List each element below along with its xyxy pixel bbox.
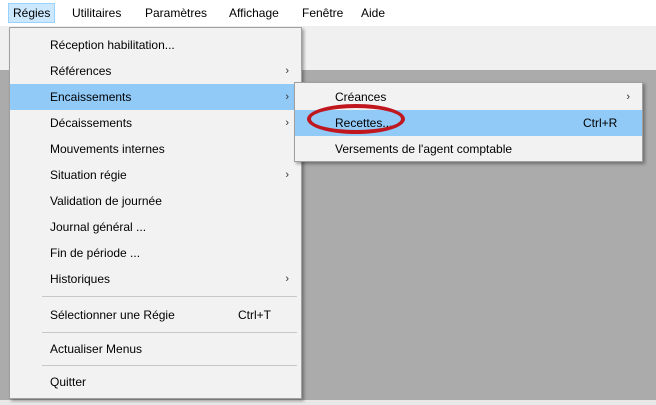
annotation-circle <box>307 104 405 134</box>
menu-item-label: Mouvements internes <box>50 142 165 156</box>
menu-item-shortcut: Ctrl+T <box>238 308 271 322</box>
chevron-right-icon: › <box>285 169 289 181</box>
chevron-right-icon: › <box>285 117 289 129</box>
submenu-item-versements-agent-comptable[interactable]: Versements de l'agent comptable <box>295 136 642 162</box>
menu-affichage[interactable]: Affichage <box>225 3 283 23</box>
menu-item-label: Historiques <box>50 272 111 286</box>
menu-item-validation-journee[interactable]: Validation de journée <box>10 188 301 214</box>
menu-item-label: Situation régie <box>50 168 127 182</box>
menu-item-label: Sélectionner une Régie <box>50 308 175 322</box>
menu-item-label: Quitter <box>50 375 87 389</box>
menu-item-quitter[interactable]: Quitter <box>10 369 301 395</box>
menu-separator <box>42 332 297 333</box>
chevron-right-icon: › <box>285 273 289 285</box>
menu-parametres[interactable]: Paramètres <box>141 3 211 23</box>
menu-item-fin-periode[interactable]: Fin de période ... <box>10 240 301 266</box>
chevron-right-icon: › <box>626 91 630 103</box>
menu-item-label: Actualiser Menus <box>50 342 143 356</box>
menu-fenetre[interactable]: Fenêtre <box>298 3 347 23</box>
menu-item-shortcut: Ctrl+R <box>583 116 618 130</box>
menu-item-selectionner-regie[interactable]: Sélectionner une Régie Ctrl+T <box>10 302 301 328</box>
menu-item-label: Décaissements <box>50 116 133 130</box>
menu-item-journal-general[interactable]: Journal général ... <box>10 214 301 240</box>
menu-item-label: Fin de période ... <box>50 246 141 260</box>
menu-separator <box>42 365 297 366</box>
menu-item-label: Validation de journée <box>50 194 162 208</box>
menu-item-historiques[interactable]: Historiques › <box>10 266 301 292</box>
chevron-right-icon: › <box>285 65 289 77</box>
status-strip <box>0 400 656 405</box>
menu-separator <box>42 296 297 297</box>
menu-item-mouvements-internes[interactable]: Mouvements internes <box>10 136 301 162</box>
menu-item-label: Journal général ... <box>50 220 147 234</box>
menu-item-label: Encaissements <box>50 90 132 104</box>
menu-item-situation-regie[interactable]: Situation régie › <box>10 162 301 188</box>
menu-item-references[interactable]: Références › <box>10 58 301 84</box>
menu-item-actualiser-menus[interactable]: Actualiser Menus <box>10 336 301 362</box>
regies-dropdown-menu: Réception habilitation... Références › E… <box>9 27 302 399</box>
menu-item-label: Réception habilitation... <box>50 38 175 52</box>
menu-item-reception-habilitation[interactable]: Réception habilitation... <box>10 32 301 58</box>
menu-item-label: Versements de l'agent comptable <box>335 142 513 156</box>
menu-item-decaissements[interactable]: Décaissements › <box>10 110 301 136</box>
menu-regies[interactable]: Régies <box>8 3 56 23</box>
menu-item-label: Références <box>50 64 112 78</box>
menu-bar: Régies Utilitaires Paramètres Affichage … <box>0 0 656 26</box>
menu-aide[interactable]: Aide <box>357 3 389 23</box>
menu-item-encaissements[interactable]: Encaissements › <box>10 84 301 110</box>
chevron-right-icon: › <box>285 91 289 103</box>
menu-utilitaires[interactable]: Utilitaires <box>68 3 125 23</box>
